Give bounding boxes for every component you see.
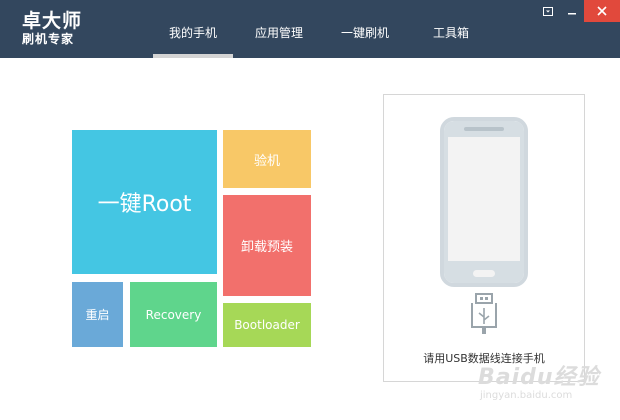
phone-icon <box>440 117 528 287</box>
logo-subtitle: 刷机专家 <box>22 32 75 46</box>
minimize-icon <box>568 12 576 14</box>
tab-app-management[interactable]: 应用管理 <box>236 0 322 58</box>
reboot-tile[interactable]: 重启 <box>72 282 123 347</box>
main-nav: 我的手机 应用管理 一键刷机 工具箱 <box>150 0 494 58</box>
uninstall-preinstalled-tile[interactable]: 卸载预装 <box>223 195 311 296</box>
close-icon <box>597 6 607 16</box>
app-window: 卓大师 刷机专家 我的手机 应用管理 一键刷机 工具箱 一键Root 验机 卸载… <box>0 0 620 420</box>
menu-button[interactable] <box>536 0 560 22</box>
device-check-tile[interactable]: 验机 <box>223 130 311 188</box>
one-click-root-label: 一键Root <box>97 192 192 217</box>
device-check-label: 验机 <box>253 153 280 169</box>
usb-cable-icon <box>471 293 497 334</box>
recovery-tile[interactable]: Recovery <box>130 282 217 347</box>
app-logo: 卓大师 刷机专家 <box>22 10 82 47</box>
watermark-url: jingyan.baidu.com <box>480 390 573 401</box>
logo-title: 卓大师 <box>22 10 83 32</box>
dropdown-box-icon <box>543 6 553 16</box>
baidu-watermark: Baidu经验 jingyan.baidu.com <box>478 366 608 402</box>
tab-toolbox[interactable]: 工具箱 <box>408 0 494 58</box>
bootloader-tile[interactable]: Bootloader <box>223 303 311 347</box>
device-connection-panel: 请用USB数据线连接手机 <box>383 94 585 382</box>
minimize-button[interactable] <box>560 0 584 22</box>
uninstall-preinstalled-label: 卸载预装 <box>240 240 293 255</box>
one-click-root-tile[interactable]: 一键Root <box>72 130 217 274</box>
recovery-label: Recovery <box>145 307 202 322</box>
window-controls <box>536 0 620 22</box>
bootloader-label: Bootloader <box>234 318 300 332</box>
watermark-logo: Baidu经验 <box>478 365 600 390</box>
usb-connect-prompt: 请用USB数据线连接手机 <box>423 352 545 365</box>
tab-my-phone[interactable]: 我的手机 <box>150 0 236 58</box>
close-button[interactable] <box>584 0 620 22</box>
title-bar: 卓大师 刷机专家 我的手机 应用管理 一键刷机 工具箱 <box>0 0 620 58</box>
reboot-label: 重启 <box>85 308 110 322</box>
tab-one-click-flash[interactable]: 一键刷机 <box>322 0 408 58</box>
